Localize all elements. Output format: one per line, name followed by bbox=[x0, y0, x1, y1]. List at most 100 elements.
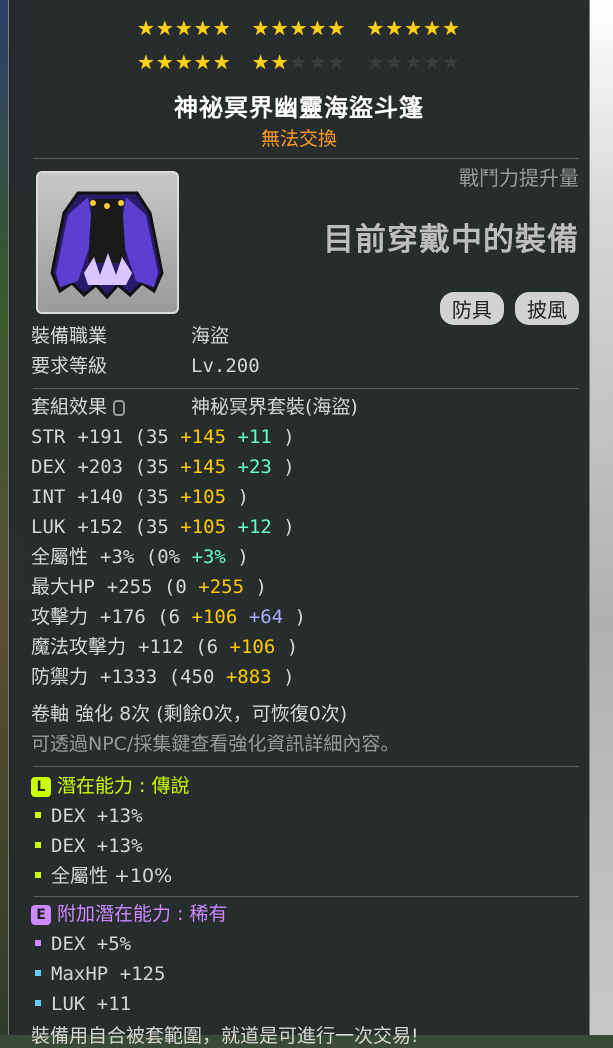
star-group: ★★★★★ bbox=[366, 18, 461, 38]
stat-values: +176 (6 +106 +64 ) bbox=[100, 606, 306, 628]
stat-name: 魔法攻擊力 bbox=[31, 636, 127, 658]
stat-row: 攻擊力 +176 (6 +106 +64 ) bbox=[31, 605, 306, 629]
stat-bonus: +12 bbox=[237, 516, 284, 538]
star-group: ★★★★★ bbox=[137, 52, 232, 72]
job-label: 裝備職業 bbox=[31, 325, 108, 347]
stat-base: (0% bbox=[145, 546, 192, 568]
star-filled-icon: ★ bbox=[174, 16, 194, 40]
star-group: ★★★★★ bbox=[252, 18, 347, 38]
star-filled-icon: ★ bbox=[212, 16, 232, 40]
stat-values: +255 (0 +255 ) bbox=[107, 576, 267, 598]
stat-bonus: +106 bbox=[229, 636, 287, 658]
additional-potential-line: LUK +11 bbox=[31, 992, 131, 1016]
bullet-icon bbox=[35, 812, 41, 818]
stat-name: STR bbox=[31, 426, 66, 448]
stat-base: (35 bbox=[134, 516, 181, 538]
category-badge-cape: 披風 bbox=[515, 292, 579, 325]
equipped-status: 目前穿戴中的裝備 bbox=[323, 222, 579, 258]
divider bbox=[33, 766, 579, 767]
stat-row: 全屬性 +3% (0% +3% ) bbox=[31, 545, 249, 569]
star-filled-icon: ★ bbox=[155, 50, 175, 74]
lock-icon bbox=[113, 399, 126, 416]
star-filled-icon: ★ bbox=[136, 50, 156, 74]
level-label: 要求等級 bbox=[31, 355, 108, 377]
job-requirement: 裝備職業 海盜 bbox=[31, 324, 229, 348]
additional-potential-line: MaxHP +125 bbox=[31, 962, 165, 986]
divider bbox=[33, 896, 579, 897]
stat-close: ) bbox=[283, 666, 295, 688]
potential-title: 潛在能力 : 傳說 bbox=[57, 775, 190, 797]
stat-row: LUK +152 (35 +105 +12 ) bbox=[31, 515, 295, 539]
stat-close: ) bbox=[286, 636, 299, 658]
star-filled-icon: ★ bbox=[136, 16, 156, 40]
star-filled-icon: ★ bbox=[327, 16, 347, 40]
level-value: Lv.200 bbox=[191, 355, 260, 377]
stat-bonus: +145 bbox=[180, 426, 238, 448]
stat-row: 防禦力 +1333 (450 +883 ) bbox=[31, 665, 295, 689]
stat-total: +3% bbox=[100, 546, 146, 568]
stat-base: (0 bbox=[163, 576, 199, 598]
stat-name: DEX bbox=[31, 456, 66, 478]
star-filled-icon: ★ bbox=[423, 16, 443, 40]
item-tooltip: ★★★★★ ★★★★★ ★★★★★ ★★★★★ ★★★★★ ★★★★★ 神祕冥界幽靈海盜斗… bbox=[8, 0, 590, 1047]
stat-name: 全屬性 bbox=[31, 546, 89, 568]
divider bbox=[33, 388, 579, 389]
stat-bonus: +105 bbox=[180, 486, 238, 508]
legendary-tier-icon: L bbox=[31, 776, 51, 797]
stat-total: +203 bbox=[77, 456, 135, 478]
potential-line: 全屬性 +10% bbox=[31, 864, 172, 888]
star-row: ★★★★★ ★★★★★ ★★★★★ bbox=[9, 18, 589, 38]
star-row: ★★★★★ ★★★★★ ★★★★★ bbox=[9, 52, 589, 72]
stat-row: 最大HP +255 (0 +255 ) bbox=[31, 575, 267, 599]
additional-potential-title: 附加潛在能力 : 稀有 bbox=[57, 903, 228, 925]
star-filled-icon: ★ bbox=[270, 50, 290, 74]
stat-close: ) bbox=[237, 486, 249, 508]
star-empty-icon: ★ bbox=[327, 50, 347, 74]
stat-name: 防禦力 bbox=[31, 666, 89, 688]
stat-base: (6 bbox=[157, 606, 192, 628]
stat-total: +1333 bbox=[100, 666, 169, 688]
potential-line: DEX +13% bbox=[31, 804, 143, 828]
star-group: ★★★★★ bbox=[252, 52, 347, 72]
stat-close: ) bbox=[294, 606, 306, 628]
rare-tier-icon: E bbox=[31, 904, 51, 925]
stat-row: INT +140 (35 +105 ) bbox=[31, 485, 249, 509]
stat-row: STR +191 (35 +145 +11 ) bbox=[31, 425, 295, 449]
stat-bonus: +11 bbox=[237, 426, 284, 448]
stat-close: ) bbox=[283, 426, 295, 448]
stat-total: +191 bbox=[77, 426, 135, 448]
stat-bonus: +64 bbox=[248, 606, 295, 628]
footer-note: 裝備用自合被套範圍，就道是可進行一次交易! bbox=[31, 1025, 419, 1047]
purple-cape-icon bbox=[50, 191, 164, 300]
star-empty-icon: ★ bbox=[308, 50, 328, 74]
star-filled-icon: ★ bbox=[155, 16, 175, 40]
set-effect-label: 套組效果 bbox=[31, 396, 108, 418]
item-icon-frame bbox=[36, 171, 179, 314]
star-filled-icon: ★ bbox=[193, 16, 213, 40]
stat-values: +152 (35 +105 +12 ) bbox=[77, 516, 294, 538]
stat-bonus: +255 bbox=[198, 576, 256, 598]
star-group: ★★★★★ bbox=[366, 52, 461, 72]
category-badge-armor: 防具 bbox=[439, 292, 504, 325]
stat-base: (35 bbox=[134, 486, 181, 508]
stat-base: (450 bbox=[168, 666, 226, 688]
star-filled-icon: ★ bbox=[193, 50, 213, 74]
stat-values: +3% (0% +3% ) bbox=[100, 546, 249, 568]
bullet-icon bbox=[35, 940, 41, 946]
scroll-upgrade: 卷軸 強化 8次 (剩餘0次，可恢復0次) bbox=[31, 703, 348, 725]
set-effect[interactable]: 套組效果 神秘冥界套裝(海盜) bbox=[31, 395, 358, 419]
stat-name: 攻擊力 bbox=[31, 606, 89, 628]
star-filled-icon: ★ bbox=[251, 50, 271, 74]
stat-values: +140 (35 +105 ) bbox=[77, 486, 249, 508]
potential-header: L 潛在能力 : 傳說 bbox=[31, 774, 189, 798]
bullet-icon bbox=[35, 1000, 41, 1006]
stat-close: ) bbox=[283, 516, 295, 538]
stat-base: (6 bbox=[195, 636, 230, 658]
bullet-icon bbox=[35, 842, 41, 848]
star-filled-icon: ★ bbox=[366, 16, 386, 40]
trade-status: 無法交換 bbox=[260, 128, 337, 150]
additional-potential-line: DEX +5% bbox=[31, 932, 131, 956]
stat-total: +140 bbox=[77, 486, 135, 508]
stat-values: +203 (35 +145 +23 ) bbox=[77, 456, 294, 478]
stat-bonus: +3% bbox=[191, 546, 238, 568]
